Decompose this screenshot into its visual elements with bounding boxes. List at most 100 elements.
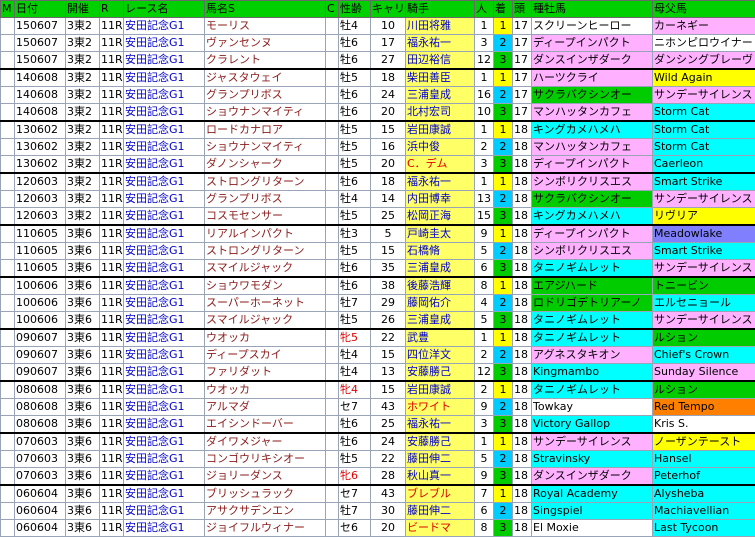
cell-kai: 3東2 [66, 18, 100, 35]
cell-date: 130602 [15, 156, 66, 174]
cell-r: 11R [100, 35, 124, 52]
cell-kai: 3東6 [66, 416, 100, 434]
cell-sex: 牡6 [339, 277, 371, 295]
cell-horse: モーリス [205, 18, 326, 35]
cell-sex: 牡4 [339, 18, 371, 35]
cell-c [326, 260, 339, 278]
table-row: 0906073東611R安田記念G1ウオッカ牝522武豊1118タニノギムレット… [1, 329, 755, 347]
cell-date: 150607 [15, 52, 66, 70]
cell-tou: 18 [513, 329, 532, 347]
cell-tou: 17 [513, 35, 532, 52]
cell-bms: トニービン [653, 277, 755, 295]
cell-sire: Stravinsky [532, 451, 653, 468]
cell-career: 25 [371, 208, 406, 226]
cell-m [1, 312, 15, 330]
cell-chaku: 1 [494, 381, 513, 399]
cell-sire: サクラバクシンオー [532, 87, 653, 104]
cell-kai: 3東6 [66, 381, 100, 399]
cell-chaku: 1 [494, 69, 513, 87]
cell-ninki: 2 [475, 139, 494, 156]
cell-m [1, 416, 15, 434]
cell-date: 140608 [15, 87, 66, 104]
cell-career: 16 [371, 139, 406, 156]
cell-r: 11R [100, 52, 124, 70]
cell-jockey: 石橋脩 [406, 243, 475, 260]
table-row: 1006063東611R安田記念G1ショウワモダン牡638後藤浩輝8118エアジ… [1, 277, 755, 295]
cell-m [1, 468, 15, 486]
cell-horse: ウオッカ [205, 329, 326, 347]
cell-date: 070603 [15, 433, 66, 451]
cell-bms: リヴリア [653, 208, 755, 226]
cell-sex: 牡5 [339, 451, 371, 468]
cell-kai: 3東6 [66, 520, 100, 537]
cell-sire: タニノギムレット [532, 329, 653, 347]
table-row: 0606043東611R安田記念G1ジョイフルウィナーセ620ビードマ8318E… [1, 520, 755, 537]
cell-horse: ロードカナロア [205, 121, 326, 139]
cell-career: 24 [371, 87, 406, 104]
cell-race: 安田記念G1 [124, 87, 205, 104]
cell-chaku: 3 [494, 416, 513, 434]
cell-chaku: 3 [494, 468, 513, 486]
cell-sire: ディープインパクト [532, 35, 653, 52]
cell-bms: Hansel [653, 451, 755, 468]
cell-bms: ダンシングブレーヴ [653, 52, 755, 70]
cell-horse: コンゴウリキシオー [205, 451, 326, 468]
cell-kai: 3東6 [66, 312, 100, 330]
cell-c [326, 468, 339, 486]
cell-jockey: 浜中俊 [406, 139, 475, 156]
cell-career: 24 [371, 433, 406, 451]
cell-kai: 3東6 [66, 329, 100, 347]
cell-r: 11R [100, 139, 124, 156]
cell-sex: 牡5 [339, 156, 371, 174]
cell-race: 安田記念G1 [124, 52, 205, 70]
cell-career: 15 [371, 121, 406, 139]
cell-bms: Caerleon [653, 156, 755, 174]
cell-race: 安田記念G1 [124, 295, 205, 312]
cell-bms: Smart Strike [653, 243, 755, 260]
cell-jockey: 武豊 [406, 329, 475, 347]
cell-m [1, 225, 15, 243]
table-row: 0906073東611R安田記念G1ディープスカイ牡415四位洋文2218アグネ… [1, 347, 755, 364]
cell-date: 120603 [15, 208, 66, 226]
cell-sex: 牝4 [339, 381, 371, 399]
cell-horse: クラレント [205, 52, 326, 70]
cell-c [326, 208, 339, 226]
cell-ninki: 4 [475, 295, 494, 312]
cell-date: 110605 [15, 243, 66, 260]
cell-m [1, 260, 15, 278]
cell-date: 100606 [15, 295, 66, 312]
cell-ninki: 16 [475, 87, 494, 104]
cell-date: 080608 [15, 399, 66, 416]
cell-sire: スクリーンヒーロー [532, 18, 653, 35]
cell-chaku: 3 [494, 520, 513, 537]
cell-date: 130602 [15, 139, 66, 156]
cell-sire: マンハッタンカフェ [532, 104, 653, 122]
cell-tou: 18 [513, 173, 532, 191]
cell-horse: ショウワモダン [205, 277, 326, 295]
cell-jockey: 安藤勝己 [406, 364, 475, 382]
cell-sex: 牡5 [339, 121, 371, 139]
cell-tou: 18 [513, 416, 532, 434]
cell-r: 11R [100, 277, 124, 295]
cell-race: 安田記念G1 [124, 104, 205, 122]
col-jockey: 騎手 [406, 1, 475, 18]
cell-sex: 牡5 [339, 69, 371, 87]
cell-m [1, 433, 15, 451]
cell-ninki: 6 [475, 503, 494, 520]
cell-sire: キングカメハメハ [532, 208, 653, 226]
cell-date: 090607 [15, 347, 66, 364]
cell-bms: サンデーサイレンス [653, 87, 755, 104]
table-row: 1206033東211R安田記念G1コスモセンサー牡525松岡正海15318キン… [1, 208, 755, 226]
cell-r: 11R [100, 520, 124, 537]
cell-race: 安田記念G1 [124, 139, 205, 156]
cell-sex: 牡6 [339, 35, 371, 52]
cell-bms: Storm Cat [653, 104, 755, 122]
cell-m [1, 104, 15, 122]
cell-m [1, 121, 15, 139]
cell-kai: 3東6 [66, 399, 100, 416]
cell-r: 11R [100, 451, 124, 468]
col-sex: 性齢 [339, 1, 371, 18]
cell-r: 11R [100, 225, 124, 243]
cell-career: 43 [371, 399, 406, 416]
cell-r: 11R [100, 173, 124, 191]
